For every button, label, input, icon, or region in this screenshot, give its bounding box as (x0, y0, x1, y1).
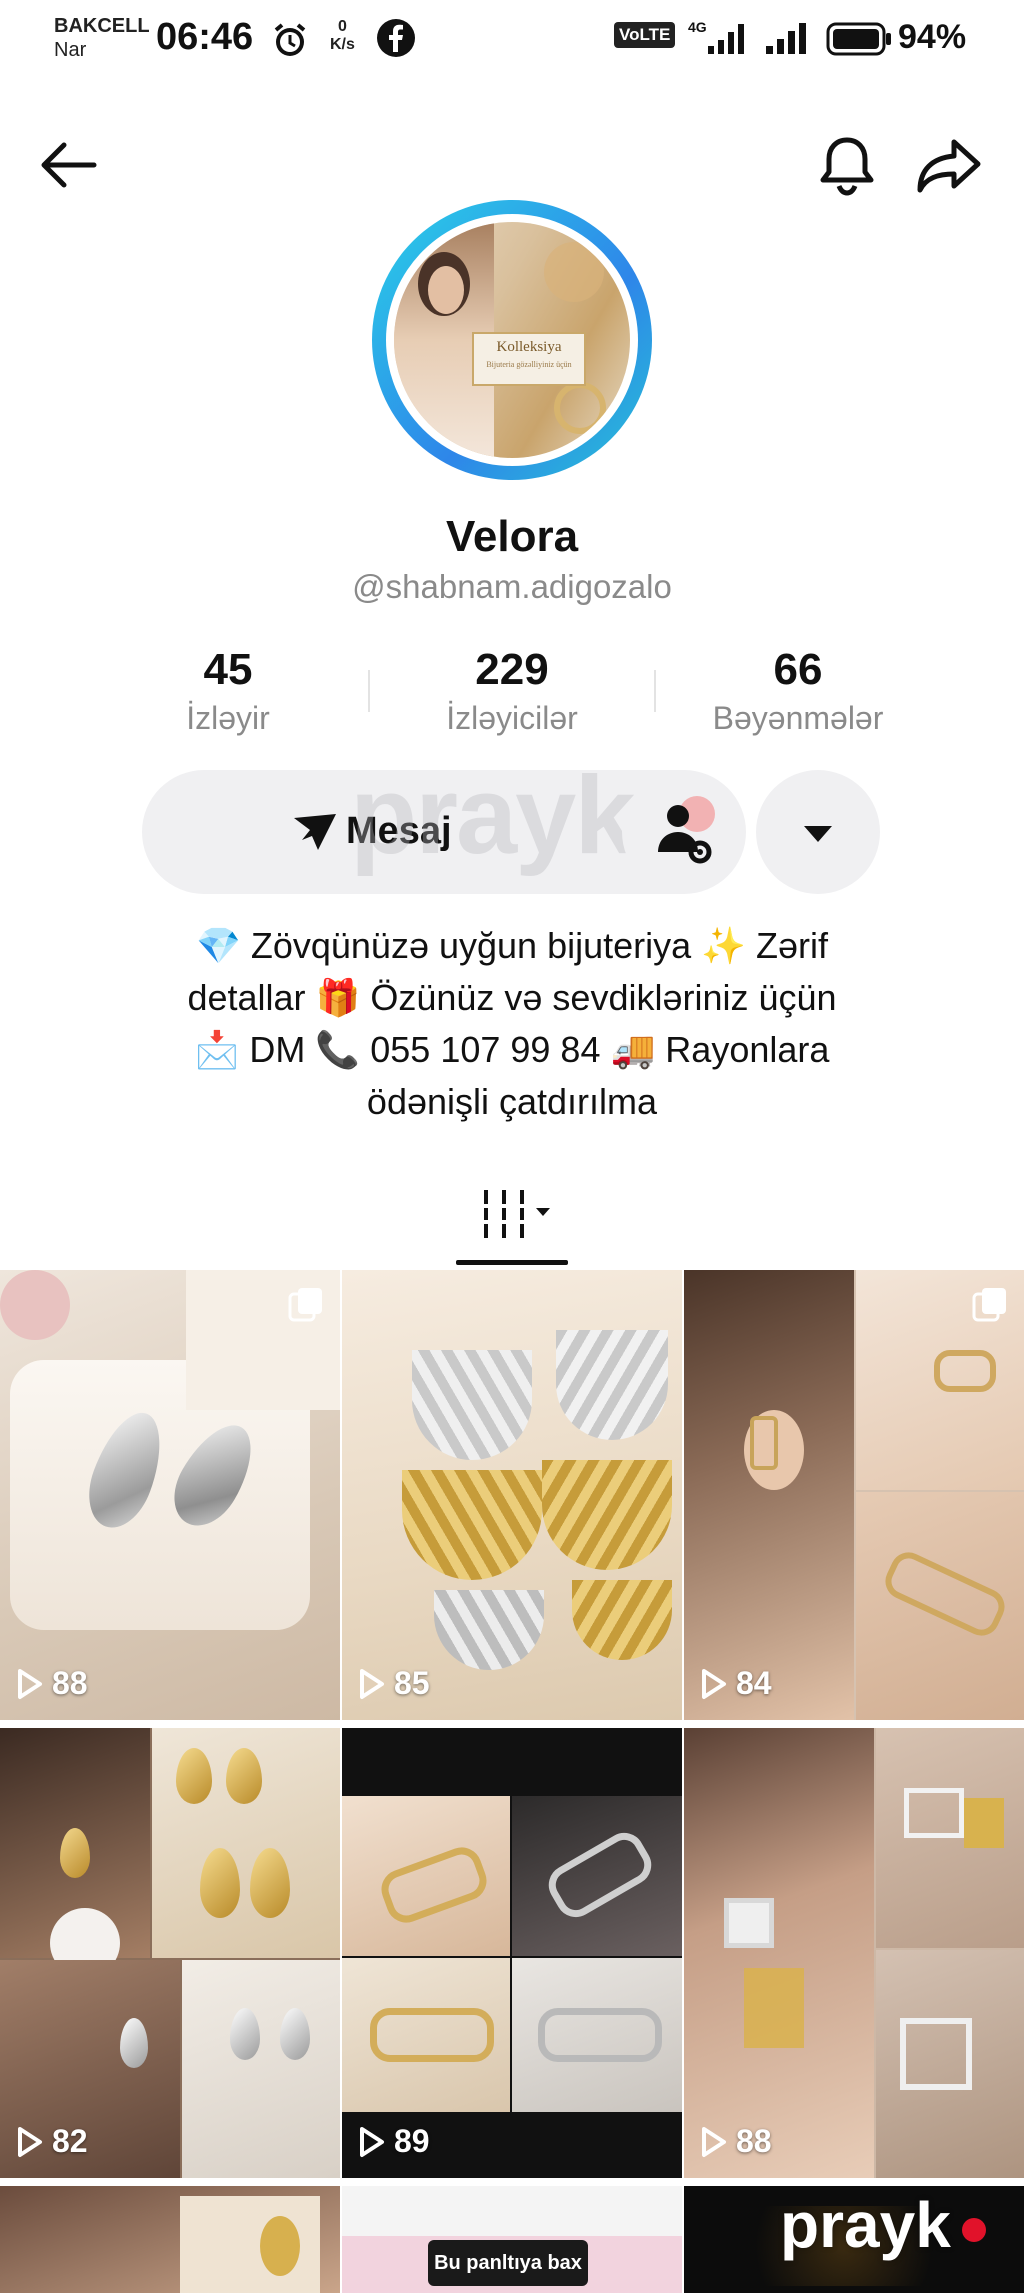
stat-likes: 66 Bəyənmələr (658, 642, 938, 738)
back-arrow-icon[interactable] (36, 140, 100, 195)
carrier-label: BAKCELL Nar (54, 15, 150, 61)
facebook-icon (376, 18, 416, 63)
promo-tag: Bu panltıya bax (428, 2240, 588, 2286)
svg-text:4G: 4G (688, 19, 707, 35)
play-icon (360, 2126, 384, 2157)
profile-bio: 💎 Zövqünüzə uyğun bijuteriya ✨ Zərif det… (100, 920, 924, 1128)
bio-line: 📩 DM 📞 055 107 99 84 🚚 Rayonlara (194, 1029, 830, 1070)
stat-followers-count: 229 (475, 645, 549, 694)
bio-line: 💎 Zövqünüzə uyğun bijuteriya ✨ Zərif (196, 925, 828, 966)
signal-icon (764, 18, 814, 63)
view-count: 88 (16, 1665, 88, 1702)
play-icon (360, 1668, 384, 1699)
grid-icon (480, 1190, 550, 1238)
signal-4g-icon: 4G (688, 18, 752, 63)
bio-line: detallar 🎁 Özünüz və sevdikləriniz üçün (187, 977, 837, 1018)
alarm-icon (270, 20, 310, 65)
video-thumbnail[interactable]: 84 (684, 1270, 1024, 1720)
volte-badge: VoLTE (614, 22, 676, 48)
play-icon (18, 1668, 42, 1699)
tab-videos[interactable] (480, 1186, 560, 1247)
stat-divider (368, 670, 370, 712)
stat-likes-count: 66 (773, 645, 823, 694)
profile-stats: 45 İzləyir 229 İzləyicilər 66 Bəyənmələr (0, 642, 1024, 752)
avatar-logo-card: Kolleksiya Bijuteria gözəlliyiniz üçün (472, 332, 586, 386)
follow-settings-button[interactable] (622, 770, 746, 894)
stat-following-count: 45 (203, 645, 253, 694)
watermark-dot (962, 2218, 986, 2242)
view-count: 82 (16, 2123, 88, 2160)
network-speed: 0 K/s (330, 18, 355, 53)
play-icon (702, 2126, 726, 2157)
share-icon[interactable] (914, 134, 984, 203)
caret-down-icon (804, 826, 832, 842)
multi-photo-icon (972, 1288, 1006, 1322)
stat-likes-label: Bəyənmələr (712, 700, 884, 736)
video-thumbnail[interactable]: 82 (0, 1728, 340, 2178)
view-count: 84 (700, 1665, 772, 1702)
content-tab-bar (0, 1172, 1024, 1270)
view-count: 89 (358, 2123, 430, 2160)
profile-name: Velora (445, 512, 579, 561)
play-icon (702, 1668, 726, 1699)
avatar-image: Kolleksiya Bijuteria gözəlliyiniz üçün (394, 222, 630, 458)
user-settings-icon (658, 796, 715, 864)
video-thumbnail[interactable] (0, 2186, 340, 2293)
stat-following-label: İzləyir (186, 700, 270, 736)
watermark-corner: prayk (780, 2189, 951, 2261)
tab-active-indicator (456, 1260, 568, 1265)
video-thumbnail[interactable]: 88 (684, 1728, 1024, 2178)
bio-line: ödənişli çatdırılma (366, 1081, 658, 1122)
bell-icon[interactable] (816, 134, 878, 203)
stat-divider (654, 670, 656, 712)
play-icon (18, 2126, 42, 2157)
status-bar: BAKCELL Nar 06:46 0 K/s VoLTE 4G 94% (0, 0, 1024, 80)
battery-icon (826, 22, 892, 61)
avatar[interactable]: Kolleksiya Bijuteria gözəlliyiniz üçün (372, 200, 652, 480)
stat-followers[interactable]: 229 İzləyicilər (372, 642, 652, 738)
view-count: 88 (700, 2123, 772, 2160)
video-thumbnail[interactable]: 89 (342, 1728, 682, 2178)
multi-photo-icon (288, 1288, 322, 1322)
battery-percent: 94% (898, 18, 967, 56)
view-count: 85 (358, 1665, 430, 1702)
watermark: prayk (350, 754, 636, 877)
stat-followers-label: İzləyicilər (446, 700, 578, 736)
video-thumbnail[interactable]: 88 (0, 1270, 340, 1720)
stat-following[interactable]: 45 İzləyir (88, 642, 368, 738)
clock: 06:46 (156, 16, 254, 58)
video-thumbnail[interactable]: 85 (342, 1270, 682, 1720)
more-dropdown-button[interactable] (756, 770, 880, 894)
send-icon (294, 813, 336, 850)
profile-handle: @shabnam.adigozalo (352, 568, 672, 605)
